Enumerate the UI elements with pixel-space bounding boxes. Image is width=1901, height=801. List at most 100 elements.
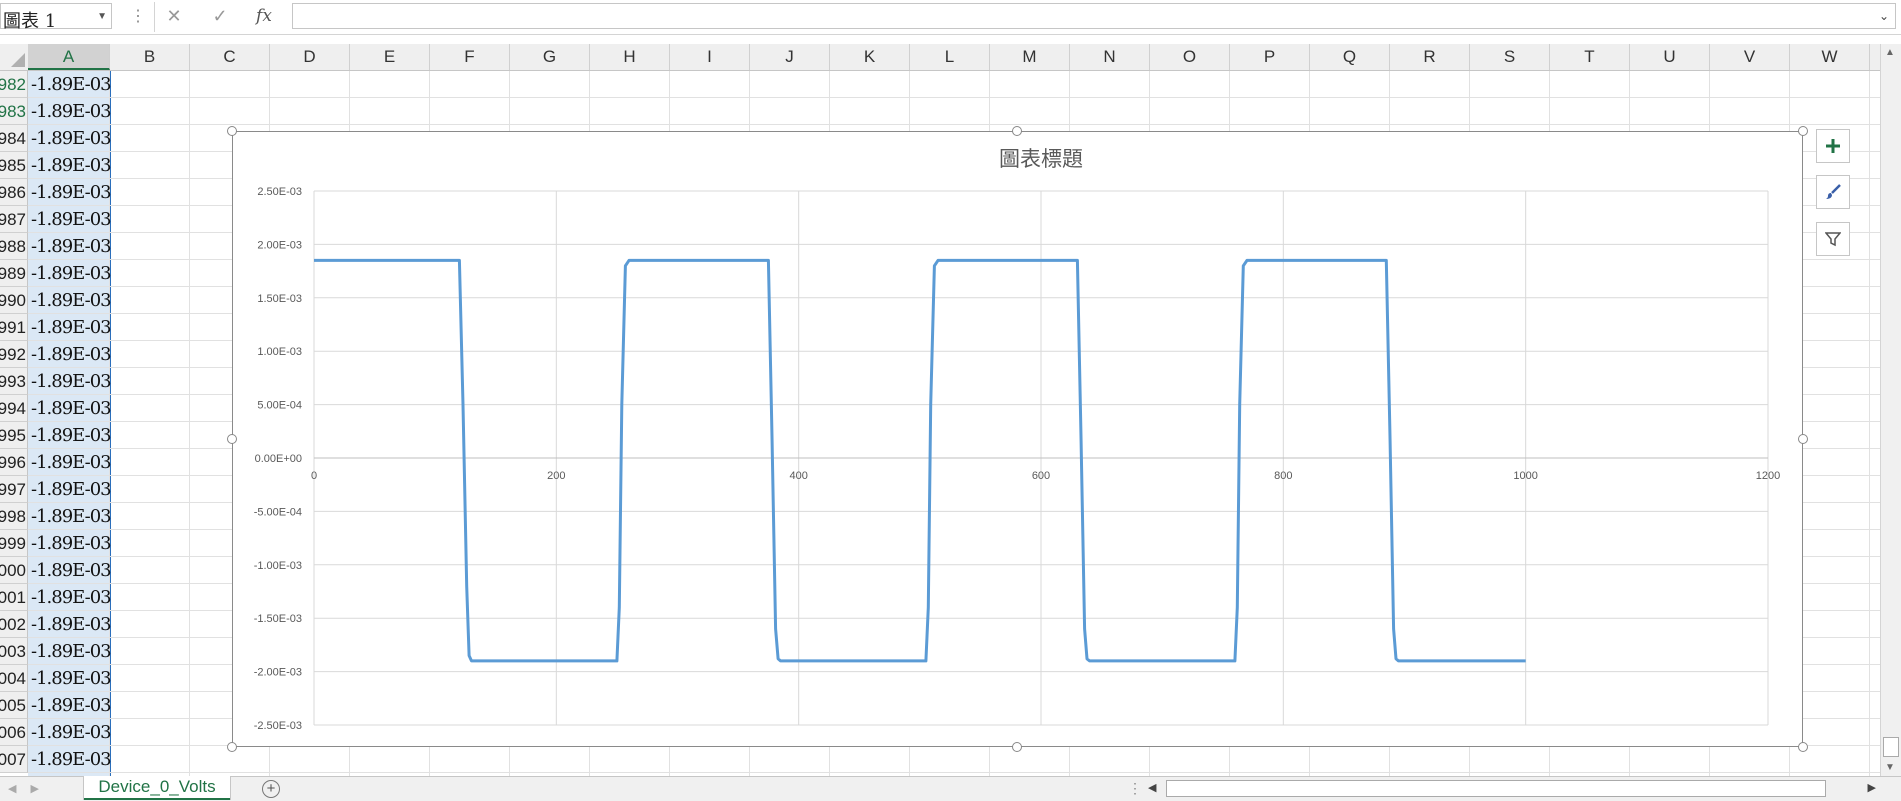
resize-handle-bottom-left[interactable] (227, 742, 237, 752)
column-header-s[interactable]: S (1470, 44, 1550, 70)
row-header[interactable]: 995 (0, 422, 28, 449)
row-header[interactable]: 996 (0, 449, 28, 476)
cell-a[interactable]: -1.89E-03 (31, 233, 112, 260)
column-header-h[interactable]: H (590, 44, 670, 70)
row-header[interactable]: 1000 (0, 557, 28, 584)
insert-function-button[interactable]: fx (248, 3, 280, 29)
formula-input[interactable]: ⌄ (292, 3, 1896, 29)
row-header[interactable]: 984 (0, 125, 28, 152)
cell-a[interactable]: -1.89E-03 (31, 503, 112, 530)
cell-a[interactable]: -1.89E-03 (31, 314, 112, 341)
cell-a[interactable]: -1.89E-03 (31, 611, 112, 638)
column-header-a[interactable]: A (28, 44, 110, 70)
resize-handle-bottom-right[interactable] (1798, 742, 1808, 752)
row-header[interactable]: 983 (0, 98, 28, 125)
row-header[interactable]: 1003 (0, 638, 28, 665)
column-header-u[interactable]: U (1630, 44, 1710, 70)
row-header[interactable]: 986 (0, 179, 28, 206)
cell-a[interactable]: -1.89E-03 (31, 584, 112, 611)
row-header[interactable]: 997 (0, 476, 28, 503)
add-sheet-icon[interactable]: + (262, 780, 280, 798)
expand-formula-bar-icon[interactable]: ⌄ (1879, 9, 1889, 23)
name-box-dropdown-icon[interactable]: ▼ (97, 11, 107, 22)
scroll-down-icon[interactable]: ▼ (1885, 762, 1895, 773)
row-header[interactable]: 1002 (0, 611, 28, 638)
vertical-scrollbar[interactable]: ▲ ▼ (1880, 44, 1901, 776)
cell-a[interactable]: -1.89E-03 (31, 206, 112, 233)
column-header-p[interactable]: P (1230, 44, 1310, 70)
horizontal-scroll-thumb[interactable] (1166, 780, 1826, 797)
name-box[interactable]: 圖表 1 ▼ (0, 3, 112, 32)
row-header[interactable]: 1004 (0, 665, 28, 692)
tab-splitter-icon[interactable]: ⋮ (1128, 780, 1142, 797)
row-header[interactable]: 991 (0, 314, 28, 341)
cell-a[interactable]: -1.89E-03 (31, 260, 112, 287)
resize-handle-left[interactable] (227, 434, 237, 444)
row-header[interactable]: 988 (0, 233, 28, 260)
resize-handle-right[interactable] (1798, 434, 1808, 444)
column-header-n[interactable]: N (1070, 44, 1150, 70)
column-header-e[interactable]: E (350, 44, 430, 70)
cell-a[interactable]: -1.89E-03 (31, 422, 112, 449)
sheet-nav-arrows-icon[interactable]: ◀▶ (8, 782, 53, 795)
cell-a[interactable]: -1.89E-03 (31, 638, 112, 665)
row-header[interactable]: 999 (0, 530, 28, 557)
row-header[interactable]: 1006 (0, 719, 28, 746)
column-header-j[interactable]: J (750, 44, 830, 70)
cell-a[interactable]: -1.89E-03 (31, 530, 112, 557)
chart-filters-button[interactable] (1816, 222, 1850, 256)
cell-a[interactable]: -1.89E-03 (31, 341, 112, 368)
column-header-d[interactable]: D (270, 44, 350, 70)
row-header[interactable]: 1007 (0, 746, 28, 773)
column-header-q[interactable]: Q (1310, 44, 1390, 70)
cell-a[interactable]: -1.89E-03 (31, 692, 112, 719)
column-header-t[interactable]: T (1550, 44, 1630, 70)
resize-handle-top-left[interactable] (227, 126, 237, 136)
select-all-button[interactable] (0, 44, 28, 70)
cell-a[interactable]: -1.89E-03 (31, 449, 112, 476)
row-header[interactable]: 994 (0, 395, 28, 422)
cell-a[interactable]: -1.89E-03 (31, 746, 112, 773)
row-header[interactable]: 985 (0, 152, 28, 179)
column-header-f[interactable]: F (430, 44, 510, 70)
cell-a[interactable]: -1.89E-03 (31, 557, 112, 584)
cell-a[interactable]: -1.89E-03 (31, 395, 112, 422)
column-header-i[interactable]: I (670, 44, 750, 70)
row-header[interactable]: 993 (0, 368, 28, 395)
column-header-w[interactable]: W (1790, 44, 1870, 70)
cell-a[interactable]: -1.89E-03 (31, 719, 112, 746)
cell-a[interactable]: -1.89E-03 (31, 152, 112, 179)
column-header-l[interactable]: L (910, 44, 990, 70)
cell-a[interactable]: -1.89E-03 (31, 287, 112, 314)
row-header[interactable]: 989 (0, 260, 28, 287)
column-header-c[interactable]: C (190, 44, 270, 70)
column-header-g[interactable]: G (510, 44, 590, 70)
column-header-r[interactable]: R (1390, 44, 1470, 70)
column-header-m[interactable]: M (990, 44, 1070, 70)
cell-a[interactable]: -1.89E-03 (31, 665, 112, 692)
chart-elements-button[interactable] (1816, 129, 1850, 163)
column-header-o[interactable]: O (1150, 44, 1230, 70)
sheet-tab-device-0-volts[interactable]: Device_0_Volts (84, 776, 230, 800)
cell-a[interactable]: -1.89E-03 (31, 476, 112, 503)
cell-a[interactable]: -1.89E-03 (31, 125, 112, 152)
enter-icon[interactable]: ✓ (204, 3, 236, 29)
cell-a[interactable]: -1.89E-03 (31, 179, 112, 206)
row-header[interactable]: 987 (0, 206, 28, 233)
row-header[interactable]: 982 (0, 71, 28, 98)
vertical-scroll-thumb[interactable] (1883, 737, 1899, 757)
row-header[interactable]: 990 (0, 287, 28, 314)
column-header-b[interactable]: B (110, 44, 190, 70)
scroll-right-icon[interactable]: ▶ (1868, 781, 1876, 794)
column-header-k[interactable]: K (830, 44, 910, 70)
cell-a[interactable]: -1.89E-03 (31, 368, 112, 395)
row-header[interactable]: 998 (0, 503, 28, 530)
resize-handle-bottom[interactable] (1012, 742, 1022, 752)
row-header[interactable]: 1001 (0, 584, 28, 611)
cancel-icon[interactable]: ✕ (158, 3, 190, 29)
cell-a[interactable]: -1.89E-03 (31, 98, 112, 125)
row-header[interactable]: 992 (0, 341, 28, 368)
row-header[interactable]: 1005 (0, 692, 28, 719)
scroll-up-icon[interactable]: ▲ (1885, 47, 1895, 58)
cell-a[interactable]: -1.89E-03 (31, 71, 112, 98)
